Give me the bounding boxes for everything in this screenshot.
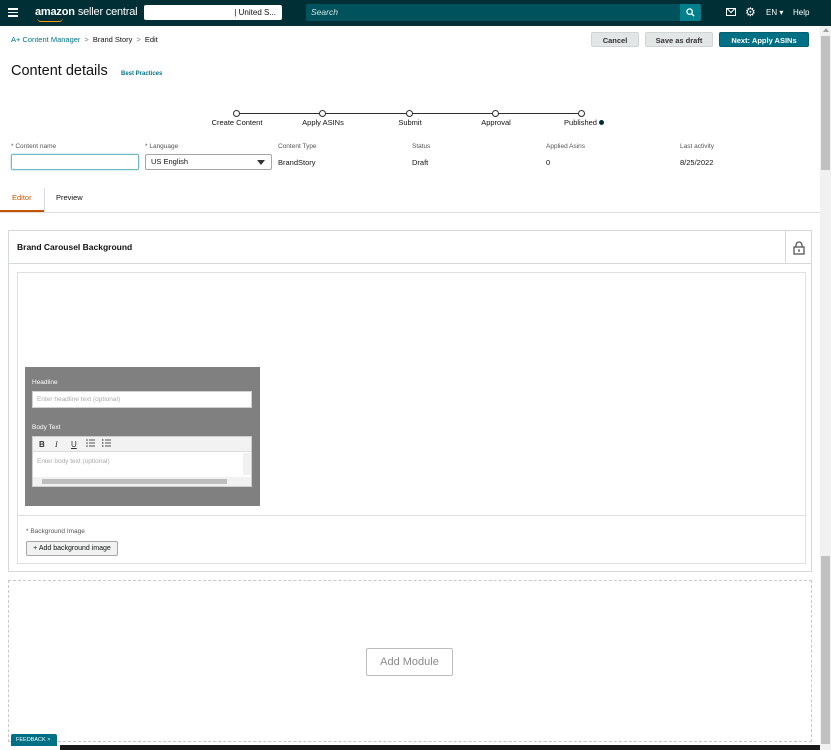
- italic-button[interactable]: I: [55, 439, 58, 450]
- breadcrumb: A+ Content Manager > Brand Story > Edit: [11, 35, 158, 44]
- add-background-image-button[interactable]: + Add background image: [26, 541, 118, 556]
- content-name-input[interactable]: [11, 154, 139, 170]
- best-practices-link[interactable]: Best Practices: [121, 71, 162, 77]
- step-dot-published: [578, 110, 585, 117]
- content-type-label: Content Type: [278, 143, 317, 150]
- add-module-dropzone: Add Module: [8, 580, 812, 742]
- status-label: Status: [412, 143, 431, 150]
- step-dot-create-content: [233, 110, 240, 117]
- language-label: EN: [766, 8, 778, 17]
- page-scrollbar[interactable]: [820, 26, 831, 750]
- save-as-draft-button[interactable]: Save as draft: [645, 32, 713, 47]
- editor-vertical-scrollbar[interactable]: [243, 453, 251, 475]
- scrollbar-thumb-lower[interactable]: [821, 556, 830, 744]
- language-select-value: US English: [151, 157, 189, 166]
- cancel-button[interactable]: Cancel: [591, 32, 639, 47]
- numbered-list-icon[interactable]: [102, 439, 111, 450]
- language-select[interactable]: US English: [145, 154, 272, 170]
- feedback-label: FEEDBACK: [16, 737, 46, 743]
- module-lock-button[interactable]: [785, 231, 811, 264]
- add-module-button[interactable]: Add Module: [366, 648, 453, 676]
- mail-icon[interactable]: [726, 8, 736, 16]
- language-label: * Language: [145, 143, 179, 150]
- chevron-down-icon: ▾: [779, 8, 784, 17]
- breadcrumb-separator-icon: >: [84, 35, 89, 44]
- content-type-value: BrandStory: [278, 158, 316, 167]
- breadcrumb-brand-story[interactable]: Brand Story: [93, 35, 133, 44]
- rich-text-toolbar: B I U: [33, 437, 251, 452]
- step-label-published-text: Published: [564, 118, 597, 127]
- applied-asins-value: 0: [546, 158, 551, 167]
- body-text-label: Body Text: [32, 424, 61, 431]
- breadcrumb-edit: Edit: [144, 35, 158, 44]
- step-label-submit: Submit: [398, 118, 422, 127]
- module-title: Brand Carousel Background: [17, 242, 133, 252]
- gear-icon[interactable]: ⚙: [745, 6, 756, 18]
- editor-scrollbar-thumb[interactable]: [42, 479, 227, 484]
- seller-central-logo[interactable]: amazon seller central: [35, 6, 138, 22]
- tab-divider: [44, 188, 45, 212]
- taskbar-strip: [60, 745, 820, 750]
- last-activity-label: Last activity: [680, 143, 714, 150]
- underline-button[interactable]: U: [71, 439, 77, 450]
- tab-editor[interactable]: Editor: [12, 193, 32, 202]
- search-icon: [686, 8, 695, 17]
- applied-asins-label: Applied Asins: [546, 143, 586, 150]
- module-header: Brand Carousel Background: [9, 231, 811, 264]
- last-activity-value: 8/25/2022: [680, 158, 714, 167]
- bold-button[interactable]: B: [39, 439, 45, 450]
- editor-horizontal-scrollbar[interactable]: [33, 477, 251, 486]
- headline-label: Headline: [32, 379, 58, 386]
- breadcrumb-aplus-content-manager[interactable]: A+ Content Manager: [11, 35, 80, 44]
- dropdown-arrow-icon: [257, 160, 265, 165]
- body-text-input[interactable]: Enter body text (optional): [37, 458, 110, 465]
- page-title: Content details: [11, 63, 108, 79]
- step-label-approval: Approval: [481, 118, 511, 127]
- lock-icon: [793, 241, 805, 255]
- top-navigation-bar: amazon seller central | United S... Sear…: [0, 0, 831, 26]
- help-link[interactable]: Help: [793, 8, 809, 17]
- logo-text: seller central: [77, 6, 138, 18]
- divider: [18, 515, 805, 516]
- step-label-published: Published: [564, 118, 604, 127]
- step-dot-apply-asins: [319, 110, 326, 117]
- marketplace-selector[interactable]: | United S...: [144, 5, 282, 20]
- close-icon[interactable]: ×: [47, 737, 50, 743]
- breadcrumb-separator-icon: >: [136, 35, 141, 44]
- step-label-create-content: Create Content: [211, 118, 263, 127]
- search-button[interactable]: [680, 4, 701, 21]
- language-selector[interactable]: EN ▾: [766, 8, 783, 17]
- step-dot-submit: [406, 110, 413, 117]
- step-dot-approval: [492, 110, 499, 117]
- headline-input[interactable]: Enter headline text (optional): [32, 391, 252, 408]
- next-apply-asins-button[interactable]: Next: Apply ASINs: [719, 32, 809, 47]
- step-label-apply-asins: Apply ASINs: [302, 118, 344, 127]
- tab-preview[interactable]: Preview: [56, 193, 83, 202]
- text-overlay-panel: Headline Enter headline text (optional) …: [25, 367, 260, 506]
- feedback-button[interactable]: FEEDBACK ×: [11, 734, 57, 746]
- info-icon[interactable]: [598, 120, 604, 125]
- background-image-label: * Background Image: [26, 528, 85, 535]
- body-text-editor: B I U Enter body text (optional): [32, 436, 252, 487]
- scroll-up-arrow-icon[interactable]: [823, 28, 829, 32]
- content-name-label: * Content name: [11, 143, 57, 150]
- logo-brand: amazon: [35, 6, 75, 18]
- status-value: Draft: [412, 158, 429, 167]
- menu-icon[interactable]: [8, 8, 18, 17]
- bulleted-list-icon[interactable]: [86, 439, 95, 450]
- scrollbar-thumb[interactable]: [821, 36, 830, 170]
- search-input[interactable]: Search: [306, 4, 680, 21]
- tabs-divider-line: [0, 212, 820, 213]
